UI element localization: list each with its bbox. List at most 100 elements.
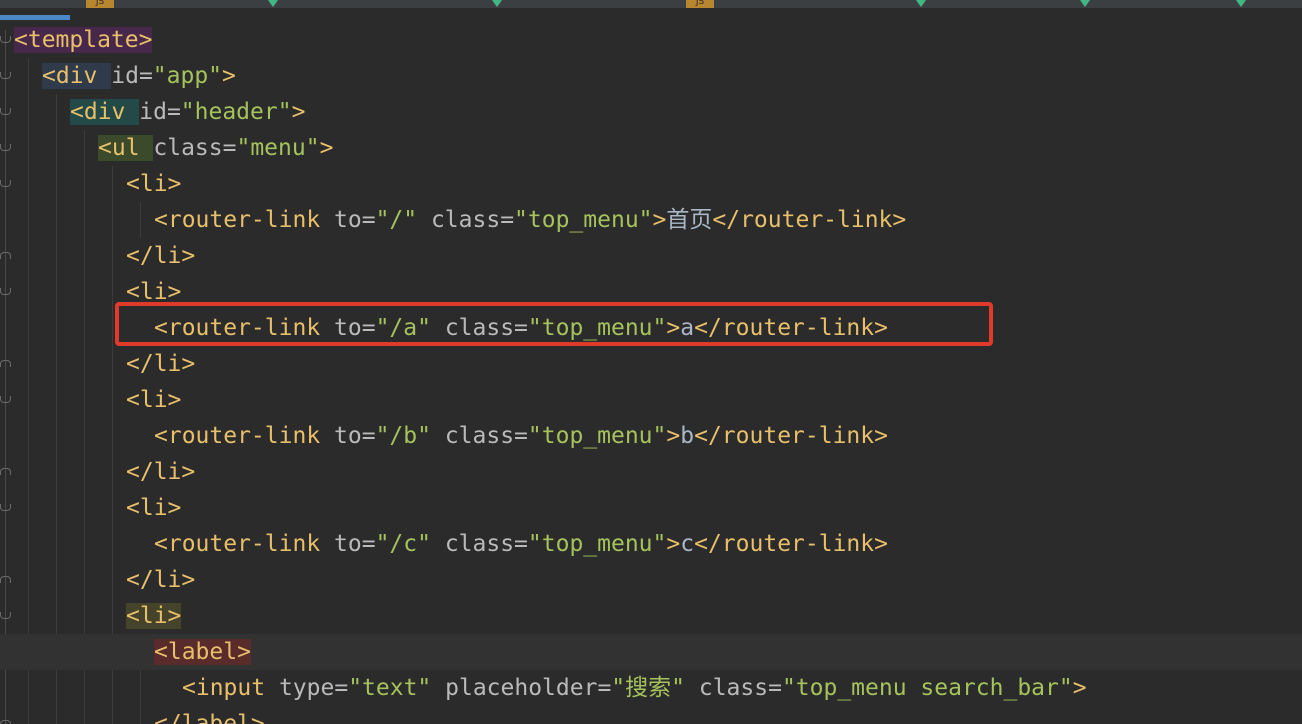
- code-token: </li>: [126, 351, 196, 377]
- code-token: <label>: [154, 639, 251, 665]
- code-token: >: [291, 99, 306, 125]
- code-line[interactable]: <router-link to="/c" class="top_menu">c<…: [0, 526, 1302, 562]
- code-token: >: [666, 315, 681, 341]
- code-token: "/c": [375, 531, 445, 557]
- code-line-content: </li>: [126, 562, 195, 598]
- code-token: <li>: [126, 279, 182, 305]
- js-file-icon: JS: [686, 0, 714, 8]
- code-token: <ul: [98, 135, 154, 161]
- code-token: class=: [430, 207, 515, 233]
- code-token: "/b": [375, 423, 445, 449]
- js-file-icon: JS: [86, 0, 114, 8]
- code-token: id=: [139, 99, 181, 125]
- code-line-content: <router-link to="/c" class="top_menu">c<…: [154, 526, 888, 562]
- editor-tab-bar: JS JS: [0, 0, 1302, 8]
- code-token: >: [222, 63, 236, 89]
- code-token: <div: [42, 63, 112, 89]
- code-token: "top_menu": [527, 423, 667, 449]
- code-token: placeholder=: [445, 675, 612, 701]
- active-tab-indicator: [0, 15, 70, 20]
- code-token: <div: [70, 99, 140, 125]
- code-token: "/": [375, 207, 431, 233]
- code-line[interactable]: <div id="header">: [0, 94, 1302, 130]
- code-token: to=: [334, 315, 376, 341]
- code-token: "top_menu": [527, 315, 667, 341]
- code-token: </li>: [126, 459, 196, 485]
- code-token: "top_menu": [514, 207, 653, 233]
- vue-file-icon: [1236, 0, 1246, 7]
- code-token: id=: [111, 63, 153, 89]
- code-token: <li>: [126, 603, 182, 629]
- code-line-content: <label>: [154, 634, 251, 670]
- code-token: <input: [182, 675, 279, 701]
- code-line-content: <li>: [126, 490, 181, 526]
- code-line[interactable]: <template>: [0, 22, 1302, 58]
- code-line-content: <li>: [126, 166, 181, 202]
- code-line[interactable]: </li>: [0, 346, 1302, 382]
- code-token: </router-link>: [712, 207, 907, 233]
- code-line[interactable]: <router-link to="/a" class="top_menu">a<…: [0, 310, 1302, 346]
- code-token: >: [666, 423, 681, 449]
- code-line[interactable]: </label>: [0, 706, 1302, 724]
- code-token: </label>: [154, 711, 265, 724]
- code-line[interactable]: <li>: [0, 598, 1302, 634]
- code-line[interactable]: <input type="text" placeholder="搜索" clas…: [0, 670, 1302, 706]
- code-line[interactable]: </li>: [0, 562, 1302, 598]
- code-line-content: <input type="text" placeholder="搜索" clas…: [182, 670, 1087, 706]
- code-token: b: [680, 423, 695, 449]
- code-token: <li>: [126, 387, 182, 413]
- code-line[interactable]: </li>: [0, 454, 1302, 490]
- code-line[interactable]: <li>: [0, 382, 1302, 418]
- code-token: >: [652, 207, 667, 233]
- code-line[interactable]: <router-link to="/b" class="top_menu">b<…: [0, 418, 1302, 454]
- code-token: "app": [152, 63, 223, 89]
- code-token: to=: [334, 423, 376, 449]
- code-token: 首页: [666, 207, 713, 233]
- code-token: "/a": [375, 315, 445, 341]
- code-token: <template>: [14, 27, 153, 53]
- code-token: "header": [180, 99, 292, 125]
- editor-tab[interactable]: JS: [86, 0, 286, 8]
- code-token: </li>: [126, 243, 196, 269]
- code-line-content: </label>: [154, 706, 265, 724]
- code-line[interactable]: <li>: [0, 166, 1302, 202]
- code-line[interactable]: </li>: [0, 238, 1302, 274]
- code-line-content: <router-link to="/b" class="top_menu">b<…: [154, 418, 888, 454]
- code-token: <li>: [126, 171, 182, 197]
- code-line-content: <div id="app">: [42, 58, 236, 94]
- code-line-content: <template>: [14, 22, 153, 58]
- code-editor[interactable]: JS JS <template> <div id="app"> <div id="h…: [0, 0, 1302, 724]
- code-token: </router-link>: [694, 315, 888, 341]
- vue-file-icon: [492, 0, 502, 7]
- code-line[interactable]: <li>: [0, 490, 1302, 526]
- vue-file-icon: [916, 0, 926, 7]
- code-line-content: <li>: [126, 382, 181, 418]
- code-token: class=: [444, 531, 528, 557]
- code-line-content: </li>: [126, 238, 195, 274]
- editor-tab[interactable]: JS: [686, 0, 906, 8]
- code-token: >: [319, 135, 334, 161]
- code-token: <router-link: [154, 423, 335, 449]
- code-line[interactable]: <ul class="menu">: [0, 130, 1302, 166]
- code-line-content: <li>: [126, 598, 182, 634]
- vue-file-icon: [268, 0, 278, 7]
- code-token: "text": [348, 675, 446, 701]
- code-line[interactable]: <li>: [0, 274, 1302, 310]
- code-token: "top_menu": [527, 531, 667, 557]
- code-line[interactable]: <label>: [0, 634, 1302, 670]
- code-token: class=: [444, 423, 528, 449]
- code-token: class=: [698, 675, 782, 701]
- code-line-content: <div id="header">: [70, 94, 305, 130]
- code-token: class=: [153, 135, 237, 161]
- code-line-content: </li>: [126, 346, 195, 382]
- code-token: </router-link>: [694, 531, 888, 557]
- code-token: <router-link: [154, 315, 335, 341]
- code-token: "top_menu search_bar": [781, 675, 1073, 701]
- code-token: a: [680, 315, 695, 341]
- code-line-content: <ul class="menu">: [98, 130, 333, 166]
- code-token: <router-link: [154, 531, 335, 557]
- code-line[interactable]: <router-link to="/" class="top_menu">首页<…: [0, 202, 1302, 238]
- code-token: to=: [334, 207, 376, 233]
- code-token: type=: [278, 675, 349, 701]
- code-line[interactable]: <div id="app">: [0, 58, 1302, 94]
